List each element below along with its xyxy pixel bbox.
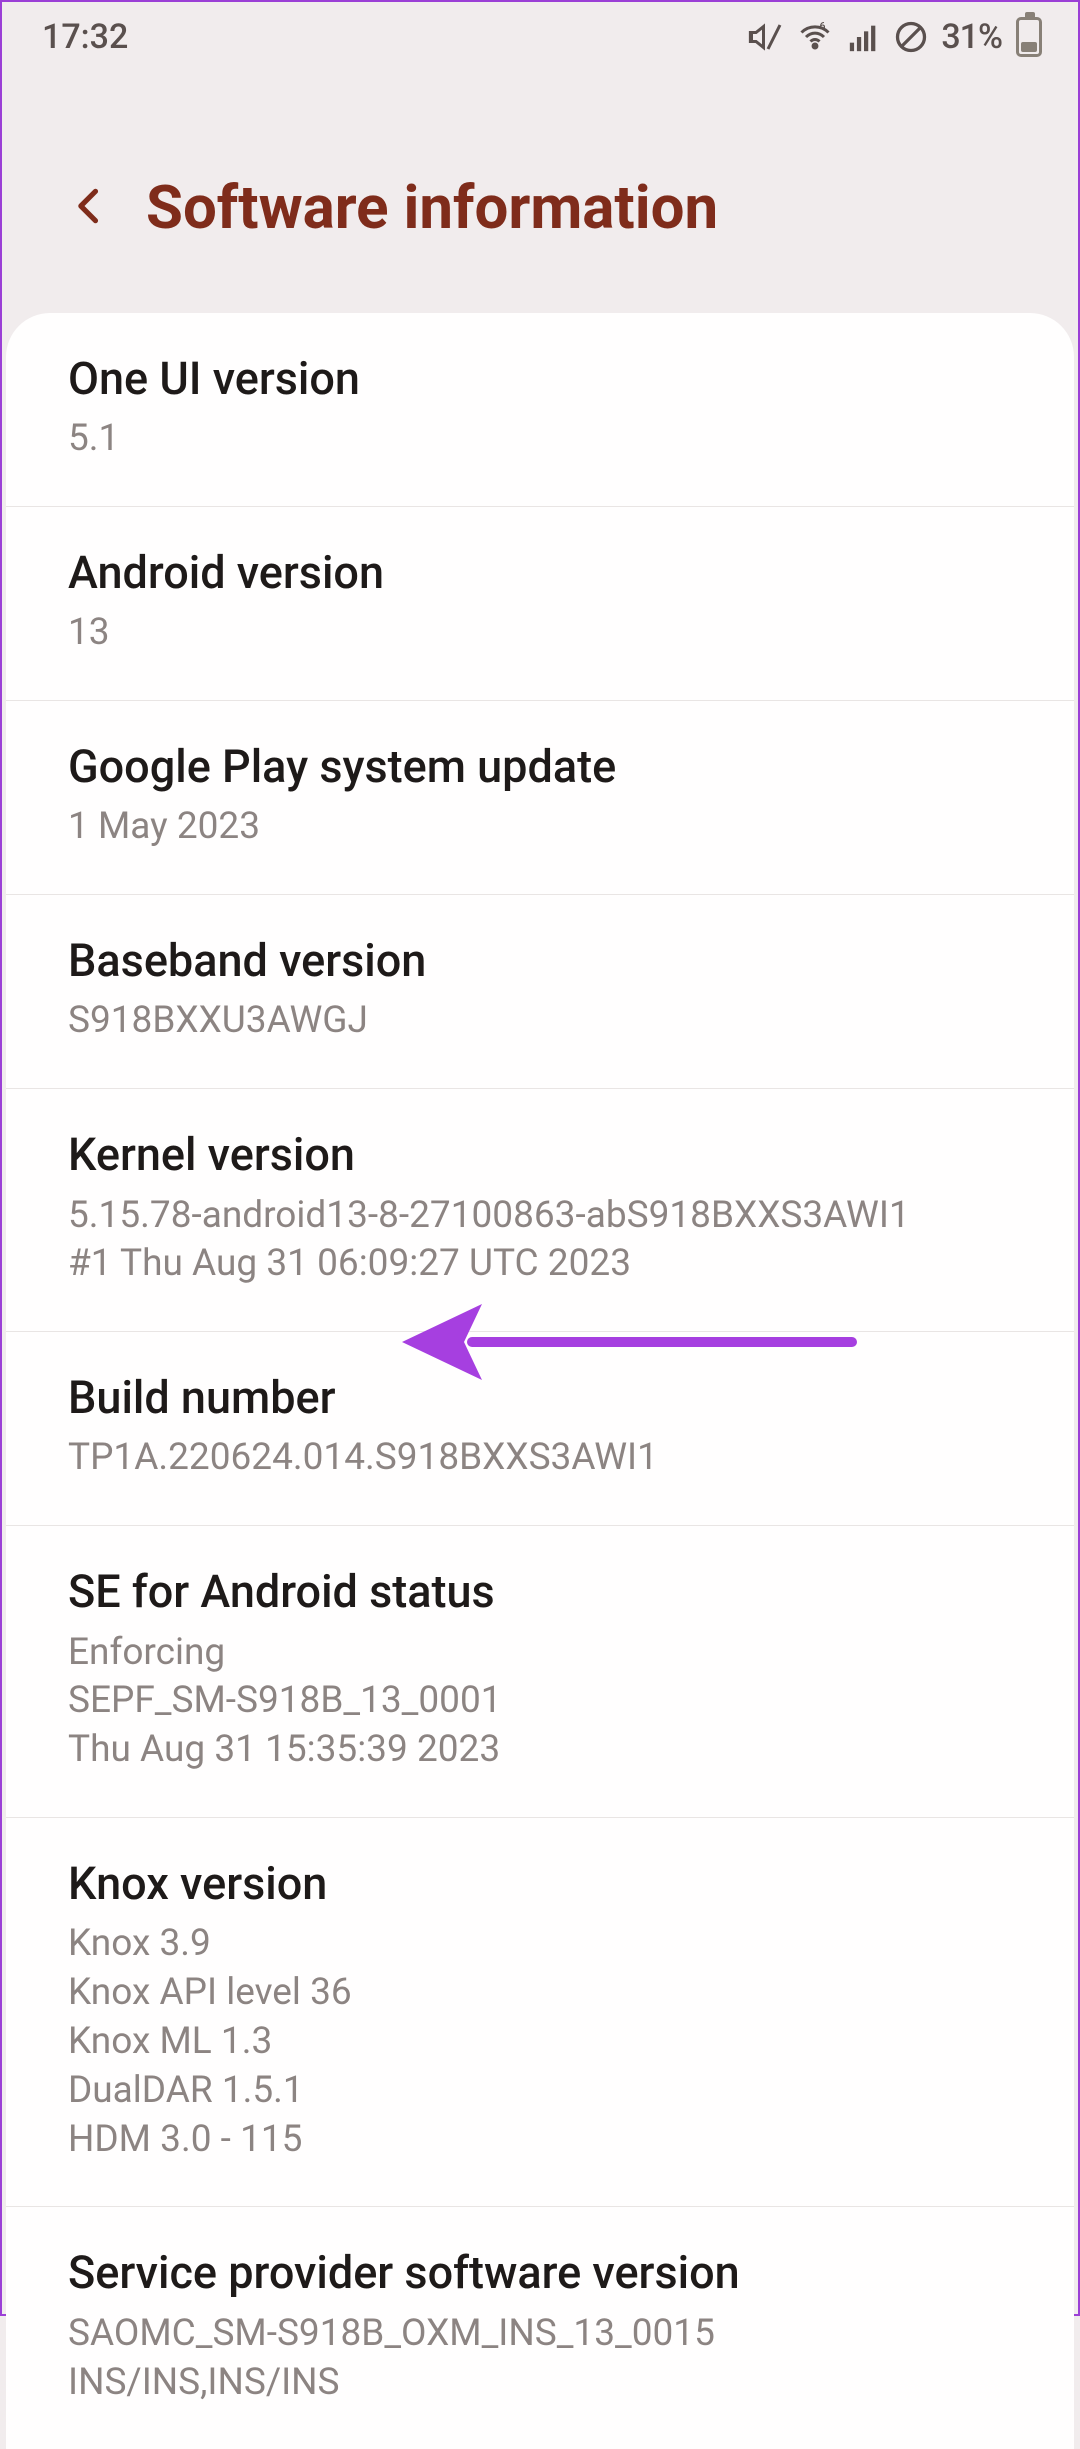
status-bar: 17:32 6 — [2, 2, 1078, 72]
battery-icon — [1016, 17, 1042, 57]
row-value: 5.15.78-android13-8-27100863-abS918BXXS3… — [68, 1192, 1012, 1290]
row-play-system-update[interactable]: Google Play system update 1 May 2023 — [6, 701, 1074, 895]
row-value: 5.1 — [68, 415, 1012, 464]
row-label: Android version — [68, 545, 1012, 601]
row-knox-version[interactable]: Knox version Knox 3.9 Knox API level 36 … — [6, 1818, 1074, 2207]
row-value: TP1A.220624.014.S918BXXS3AWI1 — [68, 1434, 1012, 1483]
row-label: Kernel version — [68, 1127, 1012, 1183]
page-header: Software information — [2, 72, 1078, 313]
row-value: 1 May 2023 — [68, 803, 1012, 852]
mute-vibrate-icon — [747, 19, 783, 55]
row-android-version[interactable]: Android version 13 — [6, 507, 1074, 701]
row-label: SE for Android status — [68, 1564, 1012, 1620]
row-label: One UI version — [68, 351, 1012, 407]
row-value: 13 — [68, 609, 1012, 658]
status-icons: 6 31% — [747, 17, 1042, 57]
row-label: Build number — [68, 1370, 1012, 1426]
row-label: Service provider software version — [68, 2245, 1012, 2301]
wifi-icon: 6 — [795, 19, 835, 55]
row-value: S918BXXU3AWGJ — [68, 997, 1012, 1046]
settings-card: One UI version 5.1 Android version 13 Go… — [6, 313, 1074, 2449]
row-value: SAOMC_SM-S918B_OXM_INS_13_0015 INS/INS,I… — [68, 2310, 1012, 2408]
battery-percent: 31% — [941, 17, 1002, 57]
status-time: 17:32 — [42, 17, 128, 57]
row-one-ui-version[interactable]: One UI version 5.1 — [6, 313, 1074, 507]
row-value: Knox 3.9 Knox API level 36 Knox ML 1.3 D… — [68, 1920, 1012, 2164]
page-title: Software information — [146, 172, 718, 243]
row-label: Google Play system update — [68, 739, 1012, 795]
row-build-number[interactable]: Build number TP1A.220624.014.S918BXXS3AW… — [6, 1332, 1074, 1526]
signal-icon — [847, 20, 881, 54]
back-icon[interactable] — [68, 177, 112, 239]
row-se-android-status[interactable]: SE for Android status Enforcing SEPF_SM-… — [6, 1526, 1074, 1818]
row-service-provider-version[interactable]: Service provider software version SAOMC_… — [6, 2207, 1074, 2449]
svg-text:6: 6 — [820, 20, 826, 33]
row-label: Knox version — [68, 1856, 1012, 1912]
row-value: Enforcing SEPF_SM-S918B_13_0001 Thu Aug … — [68, 1629, 1012, 1775]
row-kernel-version[interactable]: Kernel version 5.15.78-android13-8-27100… — [6, 1089, 1074, 1332]
row-baseband-version[interactable]: Baseband version S918BXXU3AWGJ — [6, 895, 1074, 1089]
row-label: Baseband version — [68, 933, 1012, 989]
do-not-disturb-icon — [893, 19, 929, 55]
